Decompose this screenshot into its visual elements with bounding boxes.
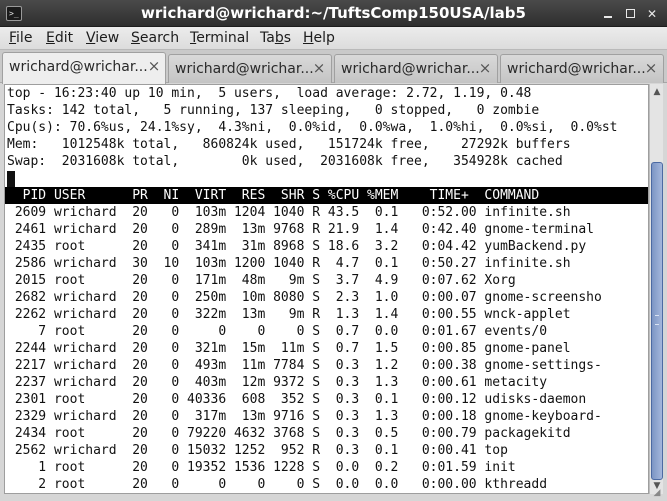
title-bar[interactable]: >_ wrichard@wrichard:~/TuftsComp150USA/l… bbox=[0, 0, 667, 27]
grip-icon bbox=[655, 315, 659, 325]
process-row: 2301 root 20 0 40336 608 352 S 0.3 0.1 0… bbox=[7, 392, 587, 407]
close-icon[interactable]: × bbox=[477, 60, 493, 76]
menu-tabs-pre: Ta bbox=[260, 30, 275, 46]
menu-search-mnemonic: S bbox=[131, 30, 140, 46]
process-row: 2 root 20 0 0 0 0 S 0.0 0.0 0:00.00 kthr… bbox=[7, 477, 548, 492]
menu-search-label: earch bbox=[139, 30, 180, 46]
menu-view[interactable]: View bbox=[86, 30, 119, 46]
menu-help[interactable]: Help bbox=[303, 30, 335, 46]
minimize-icon bbox=[604, 16, 612, 18]
process-row: 2329 wrichard 20 0 317m 13m 9716 S 0.3 1… bbox=[7, 409, 602, 424]
menu-file-mnemonic: F bbox=[9, 30, 17, 46]
tab-2[interactable]: wrichard@wrichar... × bbox=[168, 54, 332, 83]
close-icon[interactable]: × bbox=[643, 60, 659, 76]
summary-line: top - 16:23:40 up 10 min, 5 users, load … bbox=[7, 86, 532, 101]
process-row: 2237 wrichard 20 0 403m 12m 9372 S 0.3 1… bbox=[7, 375, 548, 390]
menu-edit-mnemonic: E bbox=[46, 30, 55, 46]
tab-bar: wrichard@wrichar... × wrichard@wrichar..… bbox=[0, 50, 667, 84]
tab-label: wrichard@wrichar... bbox=[175, 61, 314, 77]
menu-view-mnemonic: V bbox=[86, 30, 96, 46]
tab-label: wrichard@wrichar... bbox=[507, 61, 646, 77]
window-title: wrichard@wrichard:~/TuftsComp150USA/lab5 bbox=[141, 4, 526, 22]
close-button[interactable]: ✕ bbox=[644, 6, 660, 22]
menu-terminal-label: erminal bbox=[196, 30, 250, 46]
process-row: 2244 wrichard 20 0 321m 15m 11m S 0.7 1.… bbox=[7, 341, 571, 356]
scroll-up-icon[interactable]: ▲ bbox=[651, 86, 663, 98]
process-row: 2586 wrichard 30 10 103m 1200 1040 R 4.7… bbox=[7, 256, 571, 271]
resize-grip-icon[interactable]: ◢ bbox=[651, 487, 663, 499]
column-headers: PID USER PR NI VIRT RES SHR S %CPU %MEM … bbox=[7, 188, 540, 203]
tab-3[interactable]: wrichard@wrichar... × bbox=[334, 54, 498, 83]
maximize-icon bbox=[625, 9, 635, 18]
menu-bar: File Edit View Search Terminal Tabs Help bbox=[0, 27, 667, 50]
menu-edit[interactable]: Edit bbox=[46, 30, 73, 46]
process-row: 2435 root 20 0 341m 31m 8968 S 18.6 3.2 … bbox=[7, 239, 587, 254]
close-icon[interactable]: × bbox=[146, 58, 162, 74]
menu-tabs[interactable]: Tabs bbox=[260, 30, 291, 46]
process-row: 1 root 20 0 19352 1536 1228 S 0.0 0.2 0:… bbox=[7, 460, 516, 475]
menu-help-label: elp bbox=[313, 30, 335, 46]
summary-line: Cpu(s): 70.6%us, 24.1%sy, 4.3%ni, 0.0%id… bbox=[7, 120, 618, 135]
process-row: 2562 wrichard 20 0 15032 1252 952 R 0.3 … bbox=[7, 443, 508, 458]
process-row: 2262 wrichard 20 0 322m 13m 9m R 1.3 1.4… bbox=[7, 307, 571, 322]
process-table-header: PID USER PR NI VIRT RES SHR S %CPU %MEM … bbox=[5, 187, 648, 204]
scroll-thumb[interactable] bbox=[651, 162, 663, 480]
menu-search[interactable]: Search bbox=[131, 30, 179, 46]
close-icon[interactable]: × bbox=[311, 60, 327, 76]
menu-help-mnemonic: H bbox=[303, 30, 314, 46]
text-cursor bbox=[7, 171, 15, 188]
summary-line: Swap: 2031608k total, 0k used, 2031608k … bbox=[7, 154, 563, 169]
summary-line: Tasks: 142 total, 5 running, 137 sleepin… bbox=[7, 103, 540, 118]
menu-edit-label: dit bbox=[54, 30, 74, 46]
menu-file-label: ile bbox=[16, 30, 33, 46]
menu-tabs-label: s bbox=[283, 30, 292, 46]
tab-label: wrichard@wrichar... bbox=[341, 61, 480, 77]
top-summary: top - 16:23:40 up 10 min, 5 users, load … bbox=[5, 85, 617, 170]
process-row: 2434 root 20 0 79220 4632 3768 S 0.3 0.5… bbox=[7, 426, 571, 441]
process-row: 2609 wrichard 20 0 103m 1204 1040 R 43.5… bbox=[7, 205, 571, 220]
minimize-button[interactable] bbox=[600, 6, 616, 22]
vertical-scrollbar[interactable]: ▲ ▼ bbox=[649, 84, 663, 494]
process-row: 2682 wrichard 20 0 250m 10m 8080 S 2.3 1… bbox=[7, 290, 602, 305]
menu-terminal[interactable]: Terminal bbox=[190, 30, 249, 46]
process-list: 2609 wrichard 20 0 103m 1204 1040 R 43.5… bbox=[5, 204, 602, 493]
process-row: 7 root 20 0 0 0 0 S 0.7 0.0 0:01.67 even… bbox=[7, 324, 548, 339]
menu-view-label: iew bbox=[95, 30, 120, 46]
close-icon: ✕ bbox=[646, 7, 658, 21]
maximize-button[interactable] bbox=[622, 6, 638, 22]
tab-label: wrichard@wrichar... bbox=[9, 59, 148, 75]
process-row: 2217 wrichard 20 0 493m 11m 7784 S 0.3 1… bbox=[7, 358, 602, 373]
terminal-output[interactable]: top - 16:23:40 up 10 min, 5 users, load … bbox=[4, 84, 649, 494]
menu-tabs-mnemonic: b bbox=[274, 30, 284, 46]
menu-file[interactable]: File bbox=[9, 30, 32, 46]
process-row: 2461 wrichard 20 0 289m 13m 9768 R 21.9 … bbox=[7, 222, 594, 237]
process-row: 2015 root 20 0 171m 48m 9m S 3.7 4.9 0:0… bbox=[7, 273, 516, 288]
summary-line: Mem: 1012548k total, 860824k used, 15172… bbox=[7, 137, 571, 152]
tab-4[interactable]: wrichard@wrichar... × bbox=[500, 54, 664, 83]
tab-1[interactable]: wrichard@wrichar... × bbox=[2, 52, 166, 84]
